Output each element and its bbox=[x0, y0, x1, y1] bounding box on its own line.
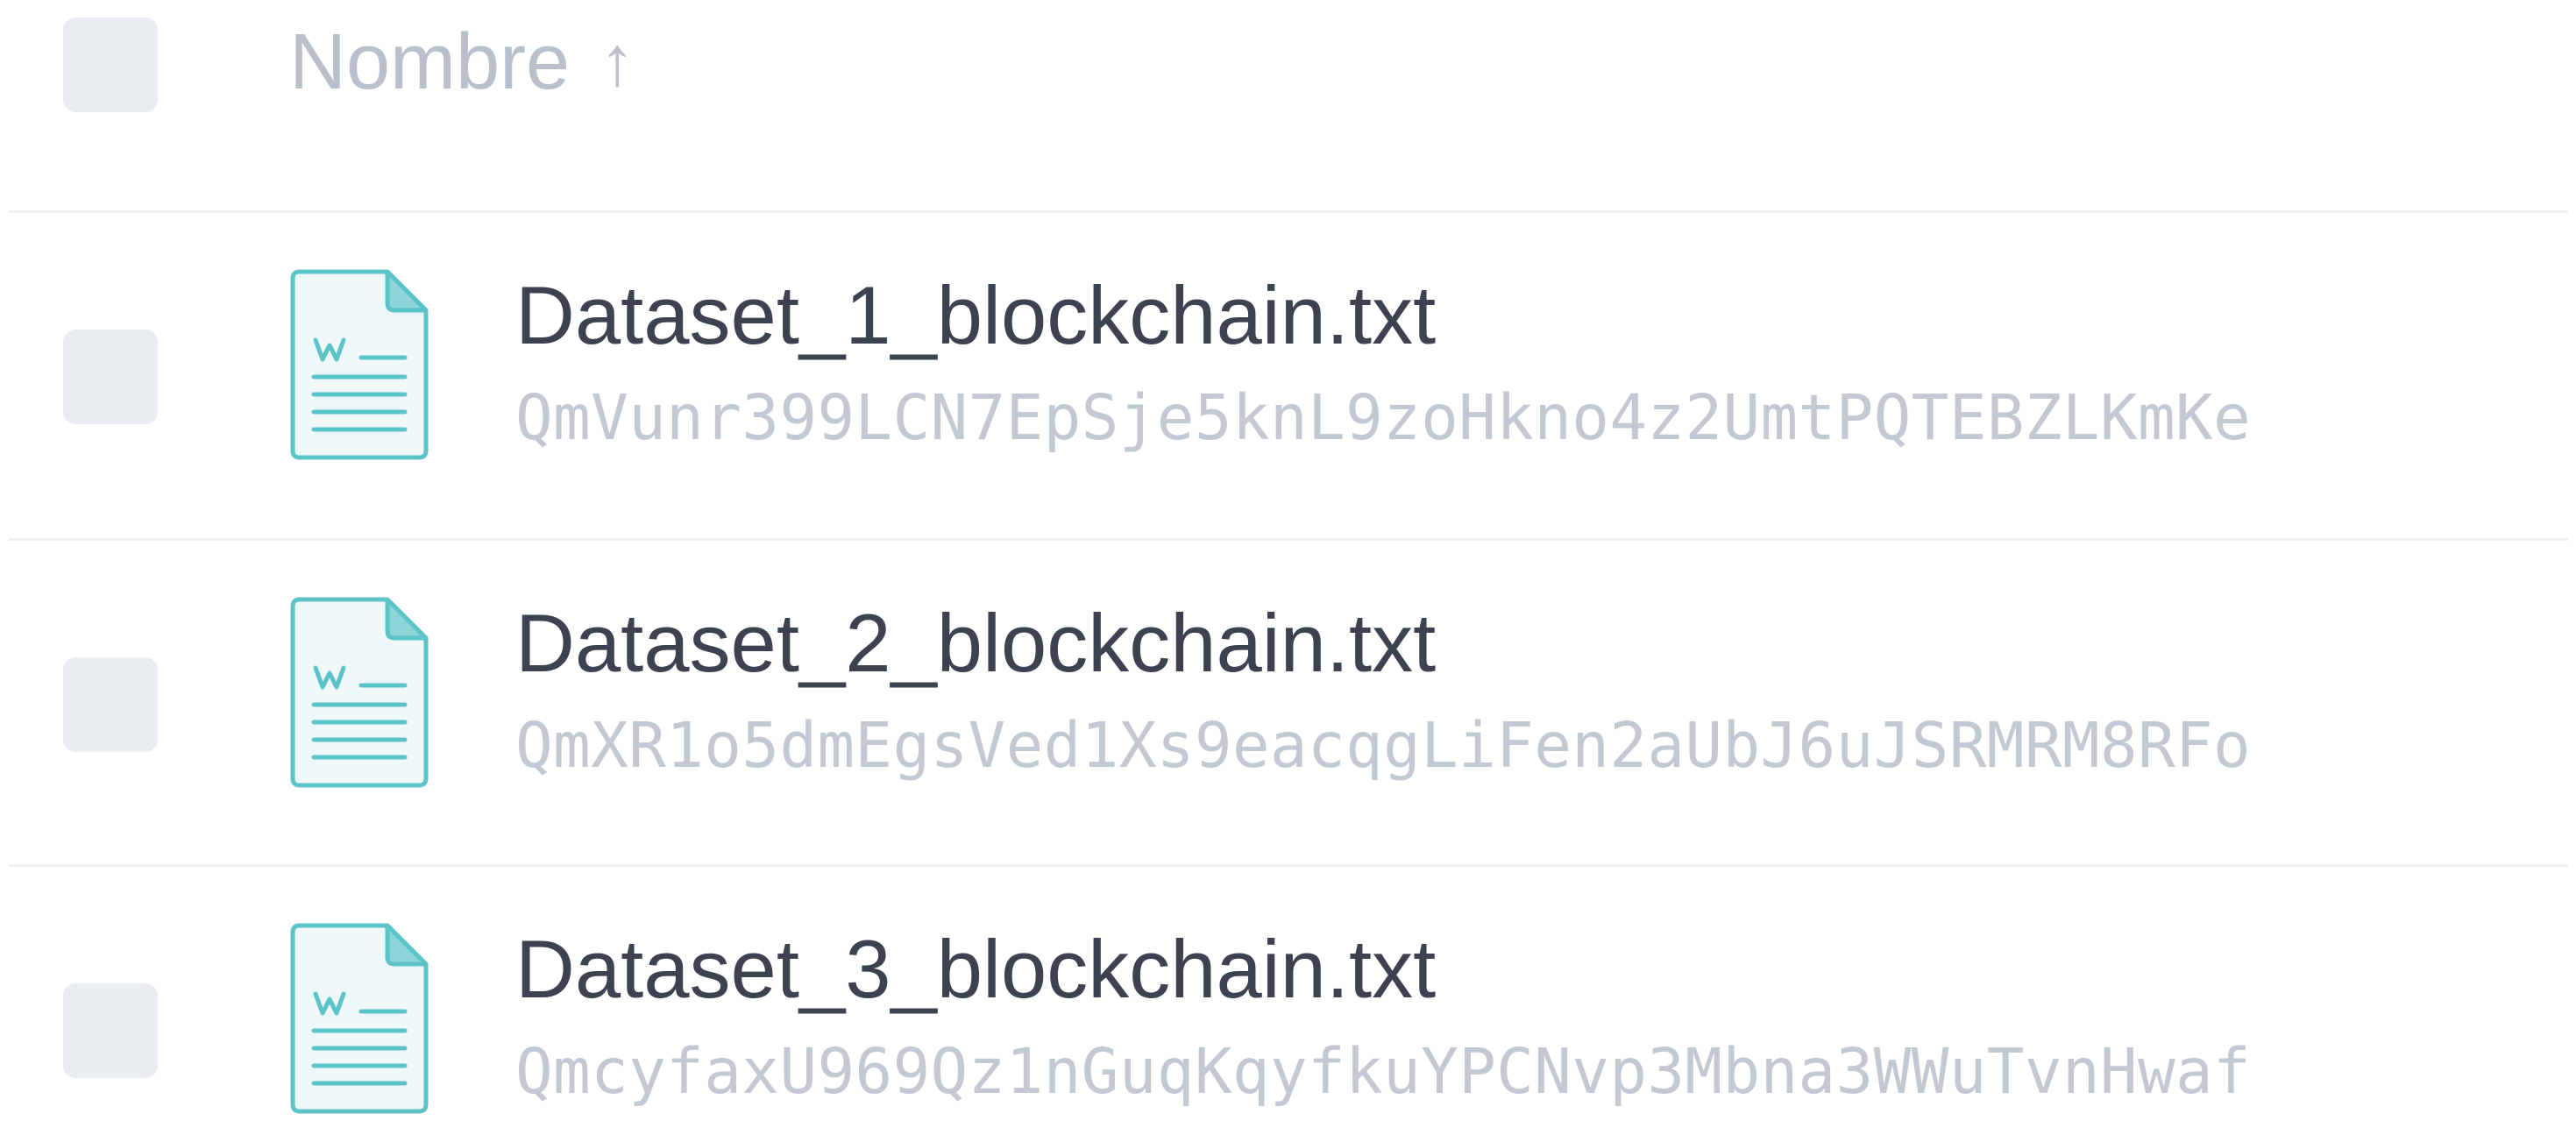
file-name[interactable]: Dataset_1_blockchain.txt bbox=[515, 265, 1436, 366]
row-divider bbox=[9, 538, 2568, 541]
file-hash: QmVunr399LCN7EpSje5knL9zoHkno4z2UmtPQTEB… bbox=[515, 381, 2252, 454]
row-divider bbox=[9, 210, 2568, 213]
file-table: Nombre ↑ Dataset_1_blockchain.txt QmVunr3… bbox=[0, 0, 2576, 1142]
word-document-icon bbox=[290, 269, 429, 460]
select-all-checkbox[interactable] bbox=[63, 18, 158, 112]
table-row[interactable]: Dataset_2_blockchain.txt QmXR1o5dmEgsVed… bbox=[0, 542, 2576, 866]
file-name[interactable]: Dataset_3_blockchain.txt bbox=[515, 919, 1436, 1020]
file-hash: QmcyfaxU969Qz1nGuqKqyfkuYPCNvp3Mbna3WWuT… bbox=[515, 1035, 2252, 1108]
file-hash: QmXR1o5dmEgsVed1Xs9eacqgLiFen2aUbJ6uJSRM… bbox=[515, 709, 2252, 782]
arrow-up-icon[interactable]: ↑ bbox=[600, 12, 635, 110]
name-column-header[interactable]: Nombre ↑ bbox=[289, 12, 635, 111]
table-row[interactable]: Dataset_3_blockchain.txt QmcyfaxU969Qz1n… bbox=[0, 868, 2576, 1142]
table-row[interactable]: Dataset_1_blockchain.txt QmVunr399LCN7Ep… bbox=[0, 214, 2576, 538]
word-document-icon bbox=[290, 923, 429, 1114]
row-checkbox[interactable] bbox=[63, 330, 158, 424]
name-column-label: Nombre bbox=[289, 18, 571, 106]
table-header: Nombre ↑ bbox=[0, 0, 2576, 212]
row-checkbox[interactable] bbox=[63, 657, 158, 752]
file-name[interactable]: Dataset_2_blockchain.txt bbox=[515, 592, 1436, 694]
word-document-icon bbox=[290, 597, 429, 788]
row-checkbox[interactable] bbox=[63, 983, 158, 1078]
row-divider bbox=[9, 864, 2568, 867]
